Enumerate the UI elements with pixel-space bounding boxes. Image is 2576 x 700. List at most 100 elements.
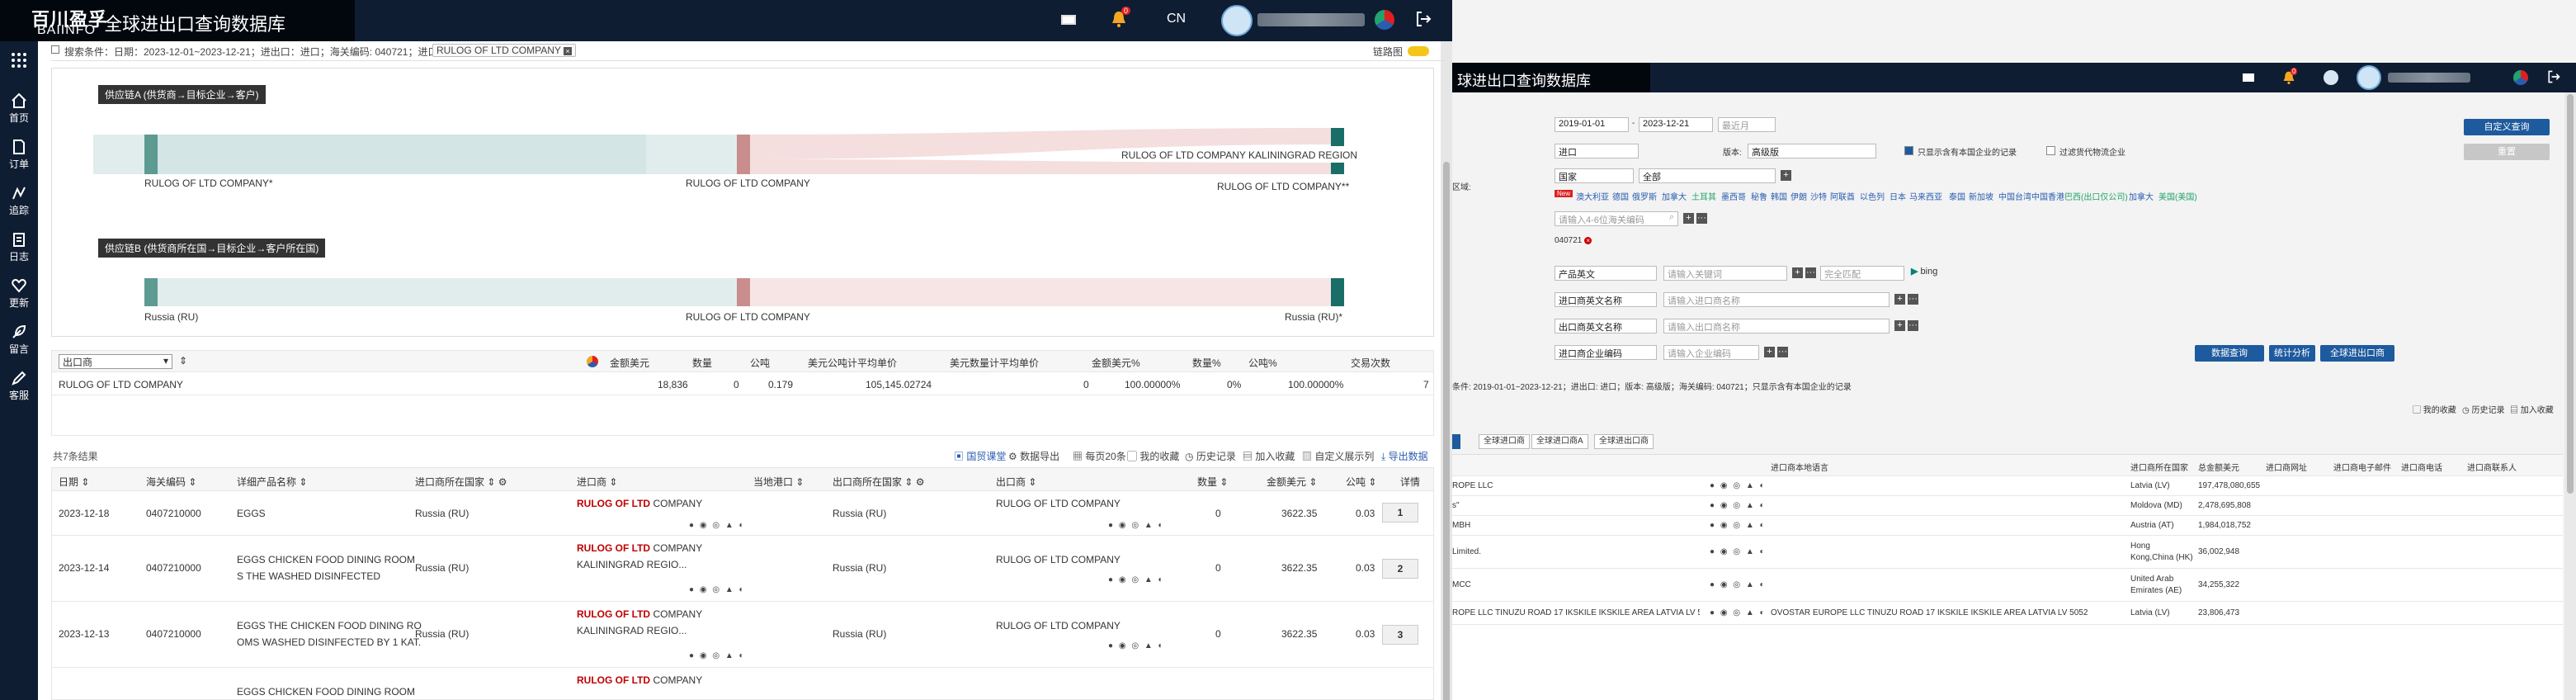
col-amount2[interactable]: 金额美元 ⇕ xyxy=(1267,475,1317,489)
country-link[interactable]: 中国香港 xyxy=(2031,190,2064,202)
global-trader-button[interactable]: 全球进出口商 xyxy=(2320,345,2394,362)
chain-toggle[interactable] xyxy=(1408,46,1429,56)
add-icon[interactable]: + xyxy=(1894,320,1905,331)
row-importer[interactable]: RULOG OF LTD COMPANY xyxy=(577,498,702,509)
reset-button[interactable]: 重置 xyxy=(2464,144,2550,160)
close-icon[interactable]: × xyxy=(1584,237,1592,244)
summary-select[interactable]: 出口商 ▾ xyxy=(59,354,172,369)
col-phone[interactable]: 进口商电话 xyxy=(2401,461,2442,473)
country-link[interactable]: 韩国 xyxy=(1771,190,1787,202)
add-icon[interactable]: + xyxy=(1764,347,1775,357)
add-icon[interactable]: + xyxy=(1894,294,1905,305)
country-link[interactable]: 加拿大 xyxy=(1662,190,1687,202)
match-select[interactable]: 完全匹配 xyxy=(1820,266,1904,281)
col-contact[interactable]: 进口商联系人 xyxy=(2467,461,2517,473)
col-qty[interactable]: 数量 xyxy=(692,356,712,370)
country-link[interactable]: 秘鲁 xyxy=(1751,190,1767,202)
node-a-right1[interactable] xyxy=(1331,128,1344,146)
tool-data-export[interactable]: ⚙ 数据导出 xyxy=(1008,449,1059,463)
country-link[interactable]: 美国(美国) xyxy=(2158,190,2197,202)
node-b-left[interactable] xyxy=(144,278,158,306)
exporter-name-select[interactable]: 出口商英文名称 xyxy=(1555,319,1657,333)
detail-button[interactable]: 3 xyxy=(1382,625,1418,645)
country-link[interactable]: 加拿大 xyxy=(2129,190,2154,202)
col-website[interactable]: 进口商网址 xyxy=(2266,461,2307,473)
col-product[interactable]: 详细产品名称 ⇕ xyxy=(237,475,307,489)
link-history[interactable]: ◷ 历史记录 xyxy=(2462,403,2505,415)
row-action-icons[interactable]: ● ◉ ◎ ▲ ◐ xyxy=(1710,501,1767,510)
link-favorites[interactable]: ▢ 我的收藏 xyxy=(2413,403,2456,415)
country-link[interactable]: 伊朗 xyxy=(1790,190,1807,202)
scrollbar-thumb[interactable] xyxy=(1443,162,1450,700)
company-code-input[interactable]: 请输入企业编码 xyxy=(1663,345,1759,360)
language-switch[interactable]: CN xyxy=(1167,12,1186,26)
row-exporter[interactable]: RULOG OF LTD COMPANY xyxy=(996,620,1121,631)
node-a-right2[interactable] xyxy=(1331,163,1344,174)
close-icon[interactable]: × xyxy=(564,47,573,55)
node-b-right[interactable] xyxy=(1331,278,1344,306)
product-lang-select[interactable]: 产品英文 xyxy=(1555,266,1657,281)
theme-icon[interactable] xyxy=(2513,70,2528,85)
col-qty-pct[interactable]: 数量% xyxy=(1192,356,1221,370)
country-type-select[interactable]: 国家 xyxy=(1555,168,1634,183)
theme-icon[interactable] xyxy=(1375,10,1394,30)
importer-action-icons[interactable]: ● ◉ ◎ ▲ ◐ xyxy=(689,521,746,530)
more-icon[interactable]: ··· xyxy=(1908,320,1918,331)
col-port[interactable]: 当地港口 ⇕ xyxy=(753,475,804,489)
sidebar-item-service[interactable]: 客服 xyxy=(0,365,38,414)
col-avg-ton[interactable]: 美元公吨计平均单价 xyxy=(808,356,897,370)
scrollbar[interactable] xyxy=(2564,92,2576,700)
detail-button[interactable]: 1 xyxy=(1382,503,1418,523)
sidebar-item-home[interactable]: 首页 xyxy=(0,88,38,137)
row-action-icons[interactable]: ● ◉ ◎ ▲ ◐ xyxy=(1710,547,1767,556)
scrollbar-thumb[interactable] xyxy=(2567,94,2574,494)
col-trades[interactable]: 交易次数 xyxy=(1351,356,1390,370)
country-link[interactable]: 沙特 xyxy=(1810,190,1827,202)
message-icon[interactable] xyxy=(1061,15,1076,25)
data-query-button[interactable]: 数据查询 xyxy=(2195,345,2264,362)
country-select[interactable]: 全部 xyxy=(1639,168,1776,183)
col-amount-pct[interactable]: 金额美元% xyxy=(1092,356,1140,370)
tab-global-trader[interactable]: 全球进出口商 xyxy=(1594,434,1654,449)
row-name[interactable]: s" xyxy=(1452,501,1460,510)
col-exp-country[interactable]: 出口商所在国家 ⇕ ⚙ xyxy=(833,475,925,489)
row-name[interactable]: ROPE LLC xyxy=(1452,481,1493,490)
col-qty2[interactable]: 数量 ⇕ xyxy=(1197,475,1228,489)
tab-global-importer-a[interactable]: 全球进口商A xyxy=(1531,434,1588,449)
logout-icon[interactable] xyxy=(1414,10,1432,32)
country-link[interactable]: 俄罗斯 xyxy=(1632,190,1657,202)
row-name[interactable]: MCC xyxy=(1452,580,1471,589)
col-hs[interactable]: 海关编码 ⇕ xyxy=(146,475,196,489)
col-exporter[interactable]: 出口商 ⇕ xyxy=(996,475,1036,489)
avatar[interactable] xyxy=(2357,65,2381,90)
node-a-left[interactable] xyxy=(144,135,158,174)
country-link[interactable]: 马来西亚 xyxy=(1909,190,1942,202)
row-action-icons[interactable]: ● ◉ ◎ ▲ ◐ xyxy=(1710,521,1767,530)
country-link[interactable]: 泰国 xyxy=(1949,190,1965,202)
tool-page-size[interactable]: ▦ 每页20条 xyxy=(1073,449,1126,463)
country-link[interactable]: 巴西(出口仅公司) xyxy=(2064,190,2128,202)
sidebar-item-message[interactable]: 留言 xyxy=(0,319,38,368)
importer-name-select[interactable]: 进口商英文名称 xyxy=(1555,292,1657,307)
io-select[interactable]: 进口 xyxy=(1555,144,1639,158)
row-importer[interactable]: RULOG OF LTD COMPANY xyxy=(577,608,702,620)
col-imp-country[interactable]: 进口商所在国家 ⇕ ⚙ xyxy=(415,475,507,489)
recent-month-select[interactable]: 最近月 xyxy=(1718,117,1776,132)
detail-button[interactable]: 2 xyxy=(1382,559,1418,579)
country-link[interactable]: 以色列 xyxy=(1860,190,1885,202)
bing-link[interactable]: ▶ bing xyxy=(1911,266,1937,277)
col-email[interactable]: 进口商电子邮件 xyxy=(2333,461,2391,473)
country-link[interactable]: 阿联酋 xyxy=(1830,190,1855,202)
country-link[interactable]: 德国 xyxy=(1612,190,1629,202)
country-link[interactable]: 日本 xyxy=(1890,190,1906,202)
custom-query-button[interactable]: 自定义查询 xyxy=(2464,119,2550,135)
add-icon[interactable]: + xyxy=(1683,213,1694,224)
col-ton[interactable]: 公吨 xyxy=(750,356,770,370)
add-icon[interactable]: + xyxy=(1781,170,1791,181)
add-icon[interactable]: + xyxy=(1792,267,1803,278)
sidebar-item-update[interactable]: 更新 xyxy=(0,272,38,322)
tool-export[interactable]: ⤓ 导出数据 xyxy=(1381,449,1428,463)
bell-icon[interactable]: 0 xyxy=(2282,68,2298,88)
date-from[interactable]: 2019-01-01 xyxy=(1555,117,1629,132)
sidebar-item-track[interactable]: 追踪 xyxy=(0,180,38,229)
